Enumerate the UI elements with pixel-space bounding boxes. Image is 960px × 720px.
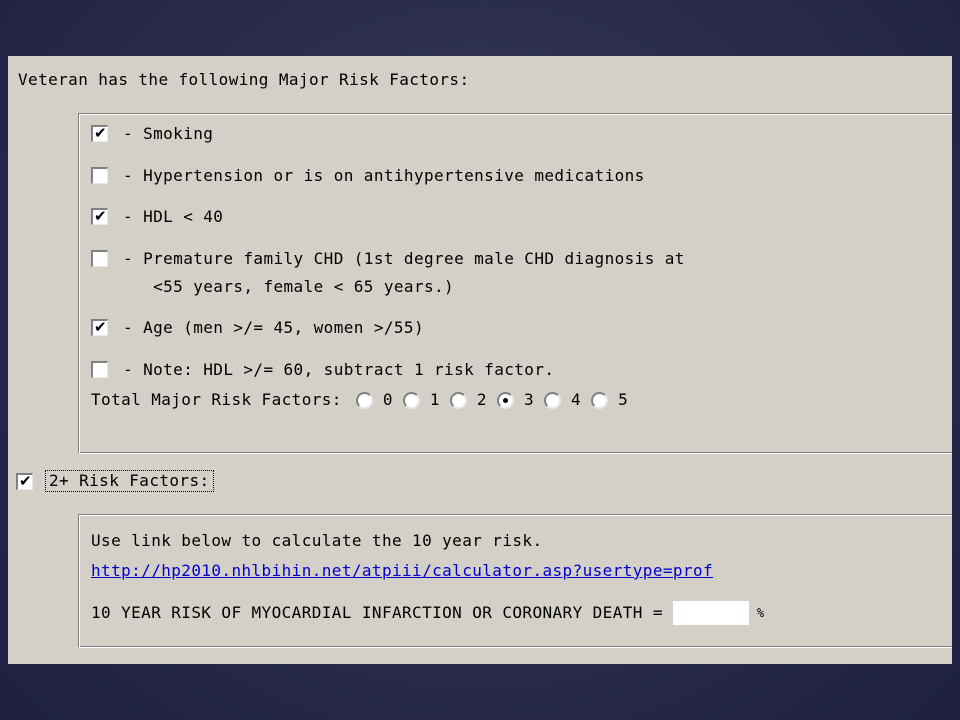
radio-total-4-label: 4 xyxy=(571,390,582,409)
radio-total-0-label: 0 xyxy=(382,390,393,409)
risk-factor-age[interactable]: ✔ - Age (men >/= 45, women >/55) xyxy=(91,318,424,337)
family-chd-checkbox[interactable] xyxy=(91,250,108,267)
check-icon: ✔ xyxy=(19,471,32,490)
radio-total-3[interactable] xyxy=(496,391,514,409)
risk-factor-hdl[interactable]: ✔ - HDL < 40 xyxy=(91,207,224,226)
hdl-note-checkbox[interactable] xyxy=(91,361,108,378)
risk-factor-smoking[interactable]: ✔ - Smoking xyxy=(91,124,214,143)
hdl-note-label: - Note: HDL >/= 60, subtract 1 risk fact… xyxy=(123,360,555,379)
hdl-label: - HDL < 40 xyxy=(123,207,224,226)
calculator-link[interactable]: http://hp2010.nhlbihin.net/atpiii/calcul… xyxy=(91,562,713,580)
check-icon: ✔ xyxy=(94,124,107,142)
radio-total-5[interactable] xyxy=(591,391,609,409)
risk-result-row: 10 YEAR RISK OF MYOCARDIAL INFARCTION OR… xyxy=(91,601,765,625)
risk-factor-family-chd[interactable]: - Premature family CHD (1st degree male … xyxy=(91,249,685,301)
risk-factor-form: Veteran has the following Major Risk Fac… xyxy=(8,56,952,664)
check-icon: ✔ xyxy=(94,318,107,336)
major-risk-factors-group: ✔ - Smoking - Hypertension or is on anti… xyxy=(78,113,952,454)
two-plus-checkbox[interactable]: ✔ xyxy=(16,471,33,490)
age-label: - Age (men >/= 45, women >/55) xyxy=(123,318,424,337)
ten-year-risk-group: Use link below to calculate the 10 year … xyxy=(78,514,952,648)
hdl-checkbox[interactable]: ✔ xyxy=(91,207,108,225)
risk-result-label: 10 YEAR RISK OF MYOCARDIAL INFARCTION OR… xyxy=(91,603,663,622)
percent-unit: % xyxy=(756,606,765,620)
radio-total-2-label: 2 xyxy=(476,390,487,409)
radio-total-0[interactable] xyxy=(355,391,373,409)
radio-total-2[interactable] xyxy=(449,391,467,409)
calculator-instruction: Use link below to calculate the 10 year … xyxy=(91,531,543,550)
hypertension-checkbox[interactable] xyxy=(91,167,108,184)
radio-total-1[interactable] xyxy=(402,391,420,409)
risk-factor-hypertension[interactable]: - Hypertension or is on antihypertensive… xyxy=(91,167,645,185)
radio-total-1-label: 1 xyxy=(429,390,440,409)
selected-dot-icon xyxy=(502,397,508,403)
form-title: Veteran has the following Major Risk Fac… xyxy=(18,70,470,89)
age-checkbox[interactable]: ✔ xyxy=(91,318,108,336)
risk-result-input[interactable] xyxy=(672,601,749,625)
total-risk-factors-label: Total Major Risk Factors: xyxy=(91,390,342,409)
two-plus-label: 2+ Risk Factors: xyxy=(45,470,214,492)
smoking-checkbox[interactable]: ✔ xyxy=(91,124,108,142)
family-chd-label: - Premature family CHD (1st degree male … xyxy=(123,249,685,296)
radio-total-5-label: 5 xyxy=(618,390,629,409)
hypertension-label: - Hypertension or is on antihypertensive… xyxy=(123,166,645,185)
smoking-label: - Smoking xyxy=(123,124,214,143)
total-risk-factors-radio-group: Total Major Risk Factors: 0 1 2 3 4 5 xyxy=(91,391,628,409)
radio-total-4[interactable] xyxy=(544,391,562,409)
two-plus-risk-factors-row[interactable]: ✔ 2+ Risk Factors: xyxy=(16,470,214,492)
radio-total-3-label: 3 xyxy=(523,390,535,409)
risk-factor-hdl-note[interactable]: - Note: HDL >/= 60, subtract 1 risk fact… xyxy=(91,361,554,379)
check-icon: ✔ xyxy=(94,207,107,225)
